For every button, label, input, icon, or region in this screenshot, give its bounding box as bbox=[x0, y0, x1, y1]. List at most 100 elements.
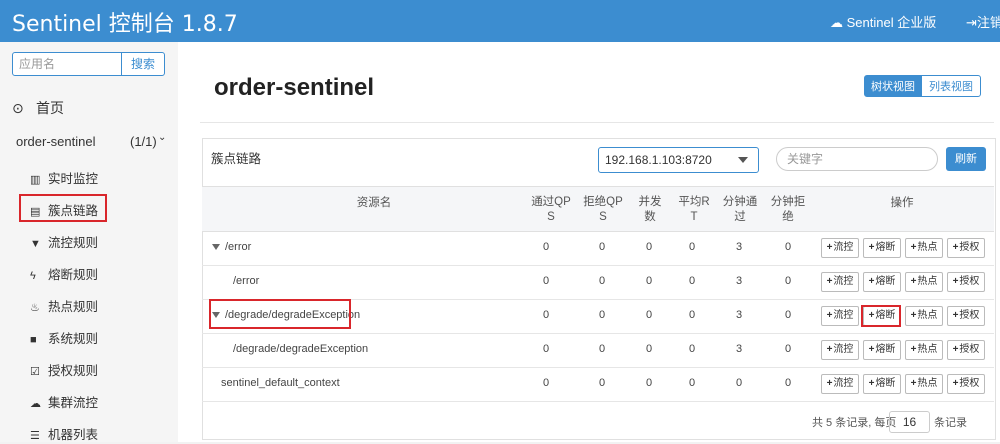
pass-qps: 0 bbox=[542, 343, 550, 355]
lock-icon: ■ bbox=[30, 334, 37, 346]
hotspot-rule-button[interactable]: +热点 bbox=[905, 340, 943, 360]
authority-rule-button[interactable]: +授权 bbox=[947, 374, 985, 394]
search-button[interactable]: 搜索 bbox=[121, 52, 165, 76]
flash-icon: ϟ bbox=[30, 270, 36, 282]
keyword-input[interactable] bbox=[776, 147, 938, 171]
logout-icon: ⇥ bbox=[966, 15, 977, 30]
authority-rule-button[interactable]: +授权 bbox=[947, 238, 985, 258]
machine-select[interactable]: 192.168.1.103:8720 bbox=[598, 147, 759, 173]
plus-icon: + bbox=[952, 276, 959, 287]
menu-label: 热点规则 bbox=[48, 300, 99, 314]
app-title[interactable]: Sentinel 控制台 1.8.7 bbox=[12, 6, 238, 38]
minute-block: 0 bbox=[784, 275, 792, 287]
plus-icon: + bbox=[910, 242, 917, 253]
divider bbox=[200, 122, 994, 123]
highlight-box-resource bbox=[209, 299, 351, 329]
highlight-box-degrade-button bbox=[861, 305, 901, 327]
col-label-line: 并发 bbox=[638, 196, 662, 208]
sidebar-item-flow-rules[interactable]: ▼ 流控规则 bbox=[30, 232, 98, 252]
col-label-line: 数 bbox=[644, 211, 656, 223]
op-label: 授权 bbox=[959, 310, 980, 321]
sidebar-item-machine-list[interactable]: ☰ 机器列表 bbox=[30, 424, 98, 444]
op-label: 授权 bbox=[959, 378, 980, 389]
hotspot-rule-button[interactable]: +热点 bbox=[905, 272, 943, 292]
pager-summary: 共 5 条记录, 每页 bbox=[812, 417, 897, 429]
resource-name[interactable]: /error bbox=[212, 241, 251, 253]
op-label: 熔断 bbox=[875, 378, 896, 389]
machine-select-value: 192.168.1.103:8720 bbox=[605, 153, 712, 167]
concurrency: 0 bbox=[645, 343, 653, 355]
degrade-rule-button[interactable]: +熔断 bbox=[863, 374, 901, 394]
app-search-input[interactable] bbox=[12, 52, 122, 76]
table-row[interactable]: sentinel_default_context 0 0 0 0 0 0 +流控… bbox=[202, 367, 994, 402]
sidebar-item-home[interactable]: ⊙ 首页 bbox=[12, 98, 64, 118]
hotspot-rule-button[interactable]: +热点 bbox=[905, 238, 943, 258]
minute-block: 0 bbox=[784, 377, 792, 389]
menu-label: 授权规则 bbox=[48, 364, 99, 378]
logout-label: 注销 bbox=[976, 15, 1000, 30]
page-title: order-sentinel bbox=[214, 74, 375, 101]
col-label-line: 分钟通 bbox=[722, 196, 758, 208]
flow-rule-button[interactable]: +流控 bbox=[821, 238, 859, 258]
minute-pass: 0 bbox=[735, 377, 743, 389]
sidebar-item-system-rules[interactable]: ■ 系统规则 bbox=[30, 328, 98, 348]
minute-pass: 3 bbox=[735, 343, 743, 355]
minute-pass: 3 bbox=[735, 309, 743, 321]
op-label: 授权 bbox=[959, 276, 980, 287]
list-icon: ☰ bbox=[30, 430, 40, 442]
authority-rule-button[interactable]: +授权 bbox=[947, 306, 985, 326]
sidebar-item-cluster-flow[interactable]: ☁ 集群流控 bbox=[30, 392, 98, 412]
tree-view-button[interactable]: 树状视图 bbox=[864, 75, 922, 97]
op-label: 热点 bbox=[917, 276, 938, 287]
flow-rule-button[interactable]: +流控 bbox=[821, 306, 859, 326]
op-label: 熔断 bbox=[875, 242, 896, 253]
minute-block: 0 bbox=[784, 343, 792, 355]
app-search: 搜索 bbox=[12, 52, 165, 76]
refresh-button[interactable]: 刷新 bbox=[946, 147, 986, 171]
page-size-input[interactable]: 16 bbox=[889, 411, 930, 433]
menu-label: 实时监控 bbox=[48, 172, 99, 186]
pass-qps: 0 bbox=[542, 377, 550, 389]
concurrency: 0 bbox=[645, 275, 653, 287]
enterprise-link[interactable]: ☁ Sentinel 企业版 bbox=[830, 12, 936, 31]
avg-rt: 0 bbox=[688, 377, 696, 389]
hotspot-rule-button[interactable]: +热点 bbox=[905, 374, 943, 394]
cloud-icon: ☁ bbox=[30, 398, 41, 410]
chevron-down-icon: ⌄ bbox=[158, 132, 167, 143]
flow-rule-button[interactable]: +流控 bbox=[821, 340, 859, 360]
authority-rule-button[interactable]: +授权 bbox=[947, 272, 985, 292]
plus-icon: + bbox=[910, 276, 917, 287]
degrade-rule-button[interactable]: +熔断 bbox=[863, 340, 901, 360]
hotspot-rule-button[interactable]: +热点 bbox=[905, 306, 943, 326]
app-entry[interactable]: order-sentinel (1/1) ⌄ bbox=[0, 130, 178, 154]
flow-rule-button[interactable]: +流控 bbox=[821, 272, 859, 292]
col-minute-block: 分钟拒绝 bbox=[768, 195, 808, 225]
enterprise-label: Sentinel 企业版 bbox=[846, 15, 937, 30]
cloud-icon: ☁ bbox=[830, 15, 843, 30]
app-machine-count: (1/1) bbox=[130, 134, 157, 149]
col-label-line: S bbox=[547, 211, 555, 223]
degrade-rule-button[interactable]: +熔断 bbox=[863, 238, 901, 258]
list-view-button[interactable]: 列表视图 bbox=[921, 75, 981, 97]
pass-qps: 0 bbox=[542, 275, 550, 287]
plus-icon: + bbox=[826, 378, 833, 389]
logout-link[interactable]: ⇥注销 bbox=[966, 12, 1000, 31]
col-minute-pass: 分钟通过 bbox=[720, 195, 760, 225]
table-row[interactable]: /error 0 0 0 0 3 0 +流控 +熔断 +热点 +授权 bbox=[202, 231, 994, 266]
home-label: 首页 bbox=[36, 100, 64, 116]
sidebar-item-realtime-monitor[interactable]: ▥ 实时监控 bbox=[30, 168, 98, 188]
top-navbar: Sentinel 控制台 1.8.7 ☁ Sentinel 企业版 ⇥注销 bbox=[0, 0, 1000, 42]
sidebar-item-degrade-rules[interactable]: ϟ 熔断规则 bbox=[30, 264, 98, 284]
authority-rule-button[interactable]: +授权 bbox=[947, 340, 985, 360]
degrade-rule-button[interactable]: +熔断 bbox=[863, 272, 901, 292]
sidebar-item-authority-rules[interactable]: ☑ 授权规则 bbox=[30, 360, 98, 380]
menu-label: 流控规则 bbox=[48, 236, 99, 250]
sidebar-item-hotspot-rules[interactable]: ♨ 热点规则 bbox=[30, 296, 98, 316]
plus-icon: + bbox=[826, 242, 833, 253]
bar-chart-icon: ▥ bbox=[30, 174, 41, 186]
caret-down-icon[interactable] bbox=[212, 244, 220, 251]
check-icon: ☑ bbox=[30, 366, 40, 378]
table-row[interactable]: /error 0 0 0 0 3 0 +流控 +熔断 +热点 +授权 bbox=[202, 265, 994, 300]
flow-rule-button[interactable]: +流控 bbox=[821, 374, 859, 394]
table-row[interactable]: /degrade/degradeException 0 0 0 0 3 0 +流… bbox=[202, 333, 994, 368]
